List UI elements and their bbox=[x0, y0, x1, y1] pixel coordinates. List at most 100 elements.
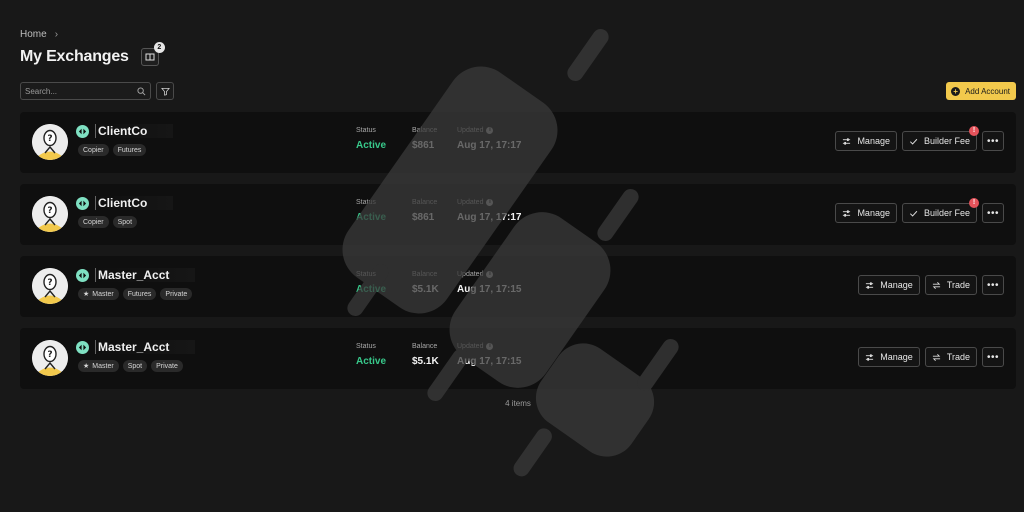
balance-column: Balance $861 bbox=[412, 127, 437, 151]
star-icon: ★ bbox=[83, 291, 90, 298]
balance-value: $861 bbox=[412, 212, 435, 223]
tag: Spot bbox=[112, 216, 138, 228]
balance-column: Balance $861 bbox=[412, 199, 437, 223]
status-value: Active bbox=[356, 140, 387, 151]
status-value: Active bbox=[356, 284, 387, 295]
star-icon: ★ bbox=[83, 363, 90, 370]
tag: Futures bbox=[122, 288, 157, 300]
exchange-icon bbox=[76, 124, 89, 138]
tag: Spot bbox=[122, 360, 148, 372]
updated-column: Updated i Aug 17, 17:17 bbox=[457, 127, 521, 151]
card-actions: Manage Builder Fee ! ••• bbox=[835, 198, 1004, 223]
svg-text:?: ? bbox=[47, 350, 52, 360]
search-box[interactable] bbox=[20, 82, 151, 100]
account-name[interactable]: ClientCo bbox=[95, 124, 174, 138]
info-icon[interactable]: i bbox=[486, 343, 494, 350]
tag: Copier bbox=[78, 216, 109, 228]
card-actions: Manage Trade ••• bbox=[858, 347, 1004, 367]
balance-label: Balance bbox=[412, 127, 438, 134]
status-label: Status bbox=[356, 127, 376, 134]
page-title: My Exchanges bbox=[20, 48, 129, 65]
info-icon[interactable]: i bbox=[486, 127, 494, 134]
sliders-icon bbox=[843, 209, 851, 217]
card-actions: Manage Builder Fee ! ••• bbox=[835, 126, 1004, 151]
avatar: ? bbox=[32, 268, 68, 304]
avatar-placeholder-icon: ? bbox=[32, 124, 68, 160]
status-label: Status bbox=[356, 343, 376, 350]
balance-value: $861 bbox=[412, 140, 435, 151]
status-column: Status Active bbox=[356, 199, 386, 223]
builder-fee-button[interactable]: Builder Fee ! bbox=[901, 198, 979, 223]
search-input[interactable] bbox=[25, 86, 137, 96]
more-options-button[interactable]: ••• bbox=[982, 275, 1004, 295]
updated-value: Aug 17, 17:15 bbox=[457, 356, 522, 367]
sliders-icon bbox=[866, 353, 874, 361]
account-name-row: ClientCo bbox=[76, 195, 174, 211]
manage-button[interactable]: Manage bbox=[835, 203, 897, 223]
updated-label: Updated i bbox=[457, 199, 521, 206]
search-icon bbox=[137, 86, 146, 95]
updated-label: Updated i bbox=[457, 343, 521, 350]
avatar: ? bbox=[32, 340, 68, 376]
more-options-button[interactable]: ••• bbox=[982, 347, 1004, 367]
account-name-row: Master_Acct bbox=[76, 267, 196, 283]
tag-master: ★ Master bbox=[78, 360, 119, 372]
account-card: ? Master_Acct ★ Master Futures Private St… bbox=[20, 256, 1016, 317]
account-name-row: Master_Acct bbox=[76, 339, 196, 355]
status-value: Active bbox=[356, 356, 387, 367]
builder-fee-button[interactable]: Builder Fee ! bbox=[901, 126, 979, 151]
filter-icon bbox=[160, 87, 170, 96]
account-tags: ★ Master Futures Private bbox=[78, 288, 193, 300]
trade-button[interactable]: Trade bbox=[924, 347, 977, 367]
updated-value: Aug 17, 17:15 bbox=[457, 284, 522, 295]
status-label: Status bbox=[356, 271, 376, 278]
more-options-button[interactable]: ••• bbox=[982, 131, 1004, 151]
more-options-button[interactable]: ••• bbox=[982, 203, 1004, 223]
exchange-icon bbox=[76, 196, 89, 210]
updated-value: Aug 17, 17:17 bbox=[457, 212, 522, 223]
breadcrumb-separator-icon: › bbox=[54, 29, 59, 40]
swap-icon bbox=[932, 281, 941, 289]
updated-column: Updated i Aug 17, 17:15 bbox=[457, 343, 521, 367]
check-icon bbox=[909, 138, 918, 145]
guide-count-badge: 2 bbox=[153, 42, 165, 53]
avatar-placeholder-icon: ? bbox=[32, 340, 68, 376]
account-card: ? Master_Acct ★ Master Spot Private Statu… bbox=[20, 328, 1016, 389]
account-tags: ★ Master Spot Private bbox=[78, 360, 183, 372]
item-count: 4 items bbox=[505, 399, 531, 408]
manage-button[interactable]: Manage bbox=[858, 347, 920, 367]
exchange-icon bbox=[76, 340, 89, 354]
breadcrumb: Home › bbox=[20, 29, 58, 40]
updated-column: Updated i Aug 17, 17:17 bbox=[457, 199, 521, 223]
guide-button[interactable]: 2 bbox=[140, 42, 165, 66]
tag: Copier bbox=[78, 144, 109, 156]
status-column: Status Active bbox=[356, 271, 386, 295]
tag: Private bbox=[151, 360, 183, 372]
alert-badge: ! bbox=[969, 126, 979, 136]
trade-button[interactable]: Trade bbox=[924, 275, 977, 295]
info-icon[interactable]: i bbox=[486, 271, 494, 278]
account-card: ? ClientCo Copier Futures Status Active … bbox=[20, 112, 1016, 173]
info-icon[interactable]: i bbox=[486, 199, 494, 206]
breadcrumb-home[interactable]: Home bbox=[20, 29, 47, 40]
updated-column: Updated i Aug 17, 17:15 bbox=[457, 271, 521, 295]
exchange-icon bbox=[76, 268, 89, 282]
avatar-placeholder-icon: ? bbox=[32, 196, 68, 232]
tag: Private bbox=[160, 288, 193, 300]
account-card: ? ClientCo Copier Spot Status Active Bal… bbox=[20, 184, 1016, 245]
status-column: Status Active bbox=[356, 127, 386, 151]
add-account-button[interactable]: + Add Account bbox=[946, 82, 1016, 100]
plus-icon: + bbox=[951, 86, 961, 96]
balance-value: $5.1K bbox=[412, 356, 439, 367]
account-name[interactable]: Master_Acct bbox=[95, 268, 196, 282]
filter-button[interactable] bbox=[156, 82, 174, 100]
account-name[interactable]: ClientCo bbox=[95, 196, 174, 210]
updated-value: Aug 17, 17:17 bbox=[457, 140, 522, 151]
balance-label: Balance bbox=[412, 271, 438, 278]
account-name[interactable]: Master_Acct bbox=[95, 340, 196, 354]
updated-label: Updated i bbox=[457, 127, 521, 134]
manage-button[interactable]: Manage bbox=[835, 131, 897, 151]
sliders-icon bbox=[866, 281, 874, 289]
check-icon bbox=[909, 210, 918, 217]
manage-button[interactable]: Manage bbox=[858, 275, 920, 295]
